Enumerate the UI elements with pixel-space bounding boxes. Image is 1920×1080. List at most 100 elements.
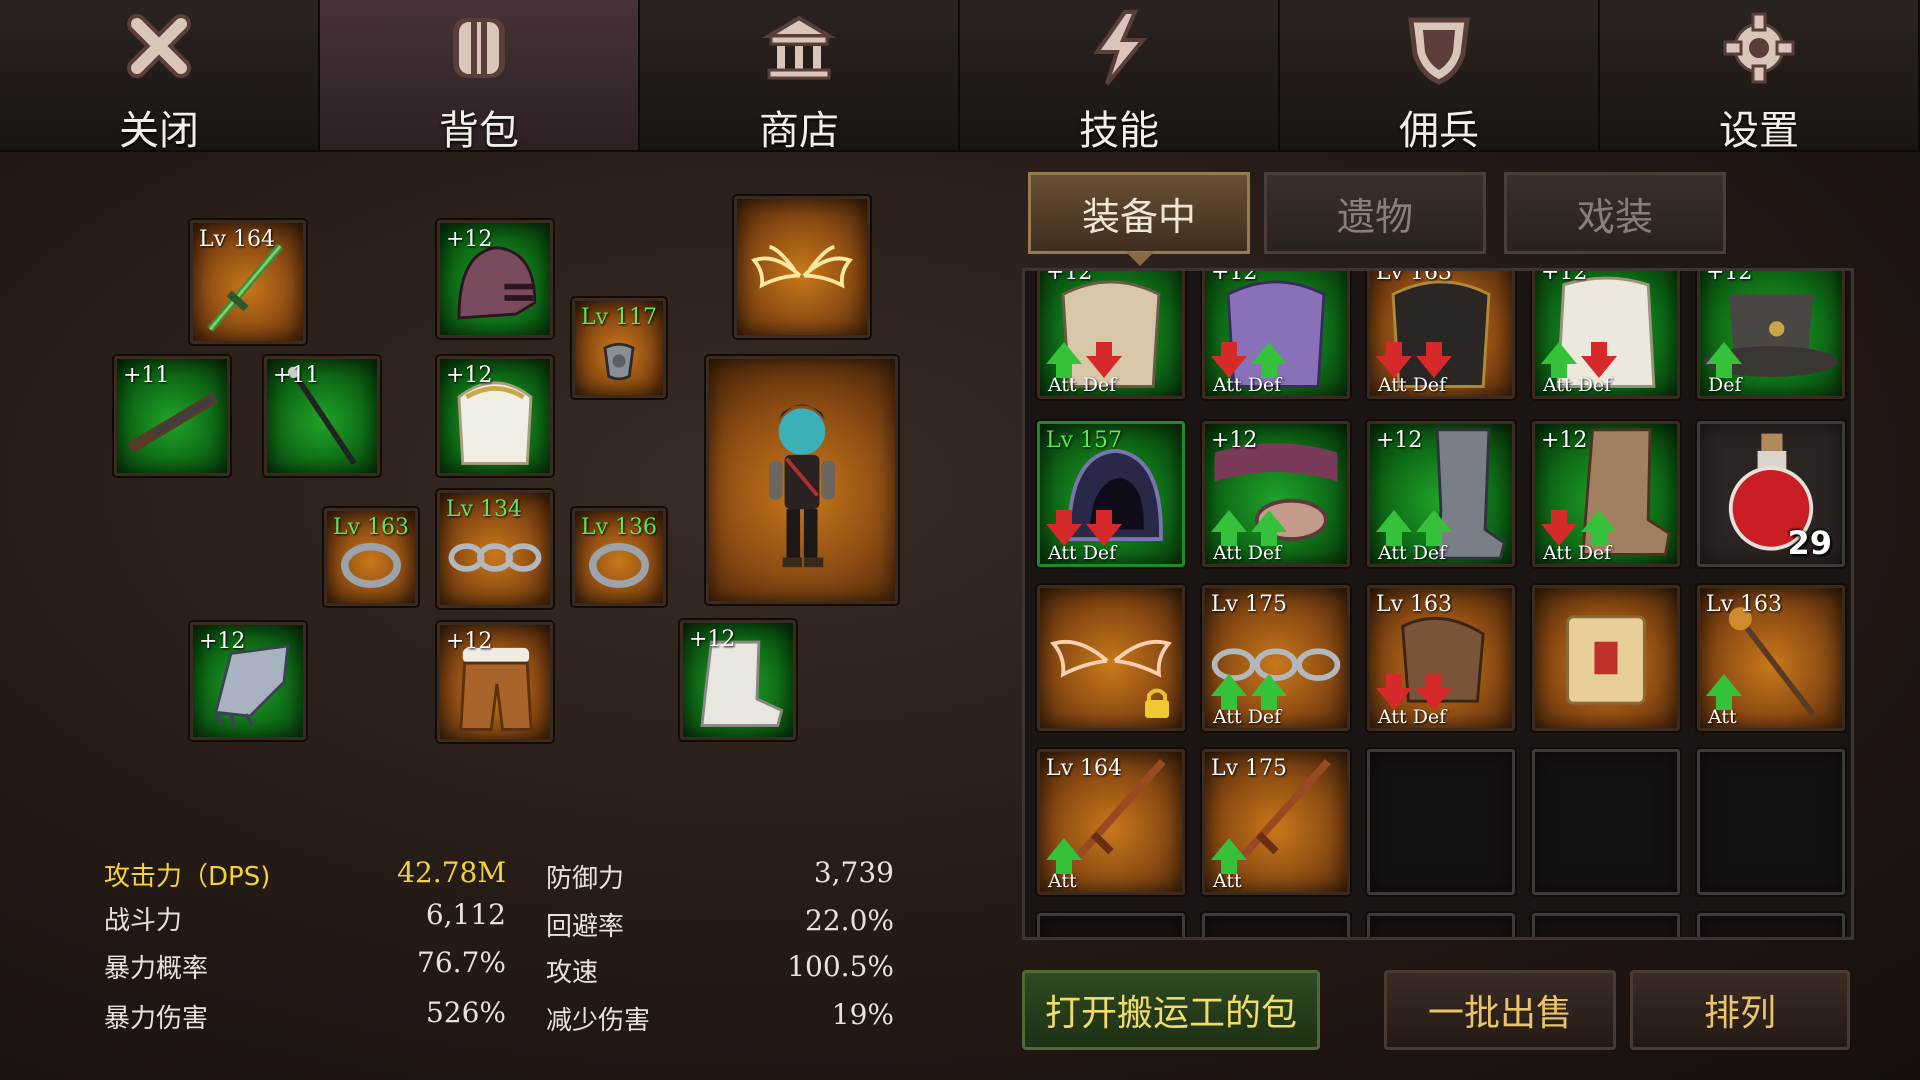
stat-defense-value: 3,739 — [813, 856, 894, 889]
tab-mercenary[interactable]: 佣兵 — [1280, 0, 1600, 154]
close-icon — [127, 14, 191, 78]
compare-text: Att Def — [1543, 542, 1612, 564]
shop-icon — [761, 15, 837, 80]
lock-icon — [1145, 688, 1169, 718]
compare-text: Att Def — [1213, 706, 1282, 728]
equip-slot-necklace[interactable]: Lv 134 — [437, 490, 553, 608]
slot-label: Lv 164 — [199, 227, 276, 252]
stat-speed-label: 攻速 — [546, 958, 599, 988]
inventory-grid[interactable]: +12 Att Def +12 Att Def Lv 163 Att Def +… — [1022, 268, 1854, 940]
equip-slot-pants[interactable]: +12 — [437, 622, 553, 742]
equip-slot-helmet[interactable]: +12 — [437, 220, 553, 338]
inventory-slot-empty[interactable] — [1202, 913, 1350, 937]
compare-text: Att Def — [1213, 374, 1282, 396]
compare-text: Def — [1708, 374, 1742, 396]
compare-text: Att Def — [1213, 542, 1282, 564]
stat-crit-rate-label: 暴力概率 — [104, 954, 209, 984]
bulk-sell-button[interactable]: 一批出售 — [1384, 970, 1616, 1050]
equip-slot-amulet[interactable]: Lv 117 — [572, 298, 666, 398]
slot-label: +12 — [1541, 428, 1588, 453]
inventory-slot[interactable]: +12 Att Def — [1202, 421, 1350, 567]
stat-crit-damage-label: 暴力伤害 — [104, 1004, 209, 1034]
slot-label: +12 — [1211, 268, 1258, 285]
subtab-relics[interactable]: 遗物 — [1264, 172, 1486, 254]
top-navigation: 关闭 背包 商店 技能 佣兵 设置 — [0, 0, 1920, 154]
inventory-slot[interactable]: +12 Att Def — [1367, 421, 1515, 567]
stat-reduce-value: 19% — [831, 998, 894, 1031]
stat-evade-value: 22.0% — [805, 904, 894, 937]
tab-backpack-label: 背包 — [439, 108, 519, 154]
tab-settings-label: 设置 — [1719, 108, 1799, 154]
subtab-costumes[interactable]: 戏装 — [1504, 172, 1726, 254]
stat-crit-damage-value: 526% — [425, 996, 506, 1029]
equip-slot-ring-right[interactable]: Lv 136 — [572, 508, 666, 606]
backpack-icon — [453, 18, 505, 78]
inventory-slot[interactable]: +12 Att Def — [1532, 421, 1680, 567]
compare-text: Att Def — [1378, 706, 1447, 728]
inventory-slot-empty[interactable] — [1367, 749, 1515, 895]
sort-button[interactable]: 排列 — [1630, 970, 1850, 1050]
tab-shop[interactable]: 商店 — [640, 0, 960, 154]
inventory-slot[interactable]: Lv 163 Att Def — [1367, 268, 1515, 399]
stat-attack-value: 42.78M — [397, 856, 506, 889]
subtab-equipped[interactable]: 装备中 — [1028, 172, 1250, 254]
equip-slot-weapon[interactable]: Lv 164 — [190, 220, 306, 344]
slot-label: +12 — [1541, 268, 1588, 285]
slot-label: Lv 117 — [581, 305, 658, 330]
inventory-slot-empty[interactable] — [1697, 749, 1845, 895]
slot-label: Lv 175 — [1211, 756, 1288, 781]
tab-close[interactable]: 关闭 — [0, 0, 320, 154]
inventory-slot-empty[interactable] — [1532, 913, 1680, 937]
stat-attack-label: 攻击力（DPS) — [104, 862, 271, 892]
slot-label: +12 — [1211, 428, 1258, 453]
slot-label: +12 — [446, 227, 493, 252]
inventory-slot-empty[interactable] — [1532, 749, 1680, 895]
equip-slot-armor[interactable]: +12 — [437, 356, 553, 476]
slot-label: Lv 163 — [333, 515, 410, 540]
equip-slot-boots[interactable]: +12 — [680, 620, 796, 740]
equip-slot-gloves[interactable]: +12 — [190, 622, 306, 740]
tab-skills[interactable]: 技能 — [960, 0, 1280, 154]
equip-slot-ring-left[interactable]: Lv 163 — [324, 508, 418, 606]
tab-skills-label: 技能 — [1079, 108, 1159, 154]
inventory-slot[interactable]: +12 Def — [1697, 271, 1845, 399]
slot-label: Lv 134 — [446, 497, 523, 522]
slot-label: Lv 164 — [1046, 756, 1123, 781]
item-count: 29 — [1787, 524, 1832, 562]
inventory-slot[interactable]: +12 Att Def — [1202, 268, 1350, 399]
inventory-slot[interactable] — [1532, 585, 1680, 731]
character-portrait — [706, 356, 898, 604]
inventory-slot[interactable]: Lv 163 Att — [1697, 585, 1845, 731]
subtab-pointer-icon — [1126, 252, 1154, 266]
slot-label: Lv 175 — [1211, 592, 1288, 617]
slot-label: Lv 136 — [581, 515, 658, 540]
inventory-slot[interactable] — [1037, 585, 1185, 731]
scroll-icon — [1566, 615, 1646, 705]
inventory-slot[interactable]: +12 Att Def — [1037, 271, 1185, 399]
open-porter-bag-button[interactable]: 打开搬运工的包 — [1022, 970, 1320, 1050]
inventory-slot[interactable]: Lv 157 Att Def — [1037, 421, 1185, 567]
inventory-slot[interactable]: Lv 175 Att Def — [1202, 585, 1350, 731]
inventory-slot-empty[interactable] — [1697, 913, 1845, 937]
inventory-slot[interactable]: Lv 164 Att — [1037, 749, 1185, 895]
equip-slot-gun[interactable]: +11 — [114, 356, 230, 476]
inventory-slot[interactable]: Lv 163 Att Def — [1367, 585, 1515, 731]
inventory-slot[interactable]: +12 Att Def — [1532, 268, 1680, 399]
compare-text: Att — [1213, 870, 1242, 892]
stat-power-value: 6,112 — [425, 898, 506, 931]
inventory-slot-empty[interactable] — [1367, 913, 1515, 937]
slot-label: +12 — [1376, 428, 1423, 453]
stat-reduce-label: 减少伤害 — [546, 1006, 651, 1036]
equip-slot-wings[interactable] — [734, 196, 870, 338]
inventory-slot[interactable]: Lv 175 Att — [1202, 749, 1350, 895]
equip-slot-staff[interactable]: +11 — [264, 356, 380, 476]
inventory-slot[interactable]: 29 — [1697, 421, 1845, 567]
tab-settings[interactable]: 设置 — [1600, 0, 1920, 154]
inventory-slot-empty[interactable] — [1037, 913, 1185, 937]
tab-backpack[interactable]: 背包 — [320, 0, 640, 154]
tab-mercenary-label: 佣兵 — [1399, 108, 1479, 154]
compare-text: Att Def — [1378, 374, 1447, 396]
slot-label: Lv 163 — [1376, 268, 1453, 285]
compare-text: Att Def — [1543, 374, 1612, 396]
slot-label: +12 — [689, 627, 736, 652]
